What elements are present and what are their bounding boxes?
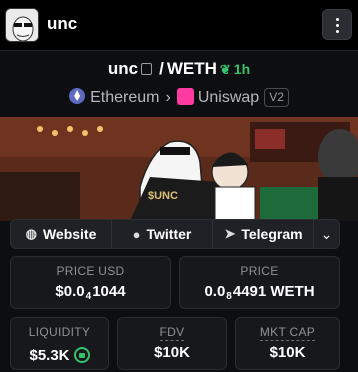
fdv-value: $10K — [154, 344, 190, 361]
more-menu-button[interactable] — [322, 9, 352, 40]
copy-icon[interactable] — [141, 63, 153, 75]
price-usd-value: $0.041044 — [11, 283, 170, 302]
chevron-down-icon: ⌄ — [320, 225, 333, 242]
twitter-link[interactable]: ● Twitter — [112, 220, 213, 248]
dex-name[interactable]: Uniswap — [198, 89, 259, 106]
ethereum-icon — [69, 88, 86, 104]
lock-icon[interactable] — [73, 347, 90, 363]
chain-breadcrumb: Ethereum › Uniswap V2 — [0, 85, 358, 107]
telegram-label: Telegram — [241, 226, 303, 242]
telegram-link[interactable]: ➤ Telegram — [213, 220, 314, 248]
liquidity-card: LIQUIDITY $5.3K — [10, 317, 109, 370]
liquidity-value-row: $5.3K — [11, 344, 108, 364]
token-header: unc — [0, 0, 358, 51]
dex-version-badge: V2 — [264, 88, 289, 107]
uniswap-icon — [176, 88, 194, 105]
fdv-label-text[interactable]: FDV — [159, 325, 185, 341]
paper-plane-icon: ➤ — [224, 226, 236, 241]
twitter-label: Twitter — [146, 226, 192, 242]
chevron-right-icon: › — [165, 89, 171, 106]
chain-name[interactable]: Ethereum — [90, 89, 159, 106]
liquidity-value: $5.3K — [29, 347, 70, 364]
price-usd-prefix: $0.0 — [55, 283, 85, 300]
pair-age: 1h — [233, 61, 251, 77]
website-label: Website — [42, 226, 97, 242]
price-weth-card: PRICE 0.084491 WETH — [179, 256, 340, 309]
mktcap-value: $10K — [269, 344, 306, 361]
price-prefix: 0.0 — [204, 283, 226, 300]
svg-text:$UNC: $UNC — [148, 190, 178, 202]
pair-separator: / — [159, 59, 164, 78]
mktcap-card: MKT CAP $10K — [235, 317, 340, 370]
globe-icon: ◍ — [25, 226, 37, 241]
vertical-dots-icon — [336, 18, 340, 33]
price-usd-digits: 1044 — [92, 283, 126, 300]
token-name: unc — [47, 14, 78, 33]
mktcap-label-text[interactable]: MKT CAP — [259, 325, 316, 341]
price-weth-value: 0.084491 WETH — [180, 283, 339, 302]
more-links-button[interactable]: ⌄ — [313, 219, 340, 249]
user-icon: ● — [132, 226, 141, 242]
token-banner-image: $UNC — [0, 117, 358, 221]
pair-title: unc / WETH ❦ 1h — [0, 59, 358, 81]
price-zero-count: 8 — [226, 291, 232, 302]
mktcap-label: MKT CAP — [236, 325, 339, 341]
price-label: PRICE — [240, 264, 279, 278]
pair-base: unc — [107, 59, 139, 78]
social-links-bar: ◍ Website ● Twitter ➤ Telegram — [10, 219, 339, 249]
price-digits: 4491 WETH — [232, 283, 315, 300]
fdv-card: FDV $10K — [117, 317, 227, 370]
website-link[interactable]: ◍ Website — [11, 220, 112, 248]
fdv-label: FDV — [118, 325, 226, 341]
pair-quote: WETH — [166, 59, 217, 78]
price-usd-label: PRICE USD — [56, 264, 125, 278]
token-avatar — [5, 8, 39, 42]
liquidity-label: LIQUIDITY — [28, 325, 91, 339]
price-usd-card: PRICE USD $0.041044 — [10, 256, 171, 309]
price-usd-zero-count: 4 — [85, 291, 92, 302]
sprout-icon: ❦ — [219, 62, 231, 77]
